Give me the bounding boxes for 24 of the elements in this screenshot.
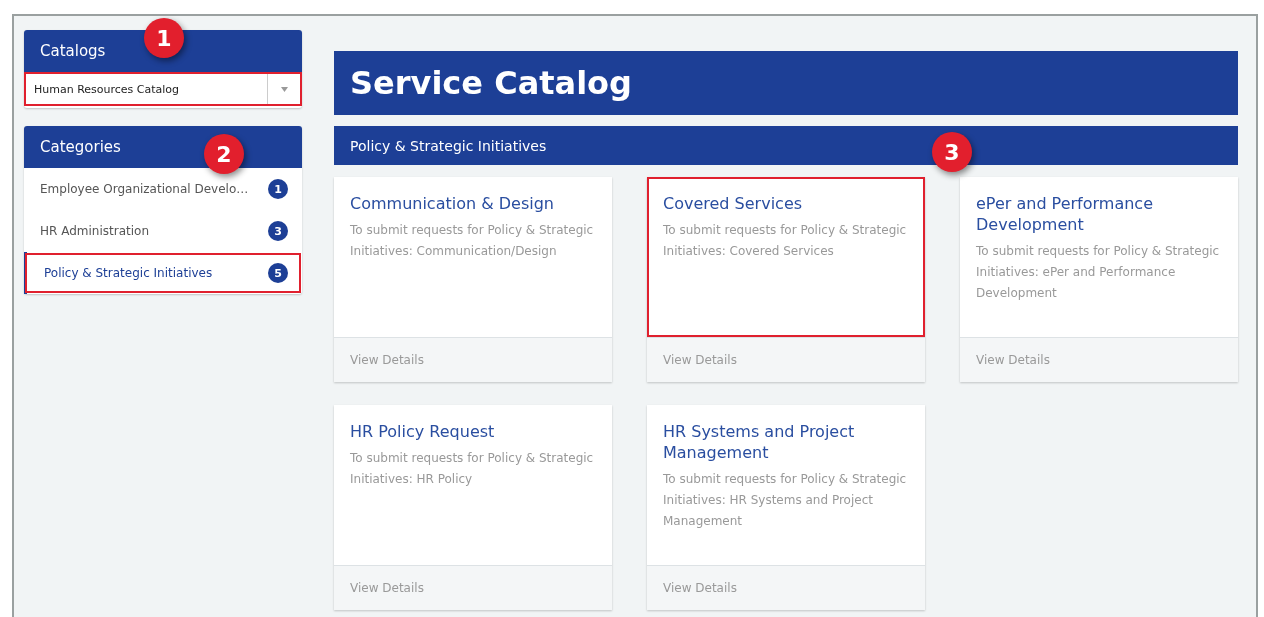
card-title: HR Systems and Project Management: [663, 421, 856, 463]
card-description: To submit requests for Policy & Strategic Initiatives: HR Systems and Project Management: [663, 471, 908, 530]
count-badge: 1: [268, 179, 288, 199]
category-item[interactable]: HR Administration 3: [24, 210, 302, 252]
card-title: Communication & Design: [350, 193, 555, 214]
count-badge: 5: [268, 263, 288, 283]
page-title: Service Catalog: [334, 51, 1238, 115]
card-description: To submit requests for Policy & Strategic Initiatives: HR Policy: [350, 450, 595, 488]
card-description: To submit requests for Policy & Strategic Initiatives: ePer and Performance Development: [976, 243, 1221, 302]
card-description: To submit requests for Policy & Strategic Initiatives: Covered Services: [663, 222, 908, 260]
card-body[interactable]: Communication & Design To submit requests for Policy & Strategic Initiatives: Communication/Design: [334, 177, 612, 337]
caret-icon: [280, 86, 288, 92]
card-body[interactable]: HR Systems and Project Management To submit requests for Policy & Strategic Initiatives: HR Systems and Project Management: [647, 405, 925, 565]
card-title: HR Policy Request: [350, 421, 496, 442]
catalog-dropdown[interactable]: Human Resources Catalog: [24, 72, 302, 106]
count-badge: 3: [268, 221, 288, 241]
step-callout: 1: [144, 18, 184, 58]
card-description: To submit requests for Policy & Strategic Initiatives: Communication/Design: [350, 222, 595, 260]
card-title: Covered Services: [663, 193, 804, 214]
card-body[interactable]: Covered Services To submit requests for Policy & Strategic Initiatives: Covered Services: [647, 177, 925, 337]
card-body[interactable]: ePer and Performance Development To submit requests for Policy & Strategic Initiatives: ePer and Performance Development: [960, 177, 1238, 337]
card-title: ePer and Performance Development: [976, 193, 1154, 235]
card-body[interactable]: HR Policy Request To submit requests for Policy & Strategic Initiatives: HR Policy: [334, 405, 612, 565]
category-item[interactable]: Policy & Strategic Initiatives 5: [24, 252, 302, 294]
